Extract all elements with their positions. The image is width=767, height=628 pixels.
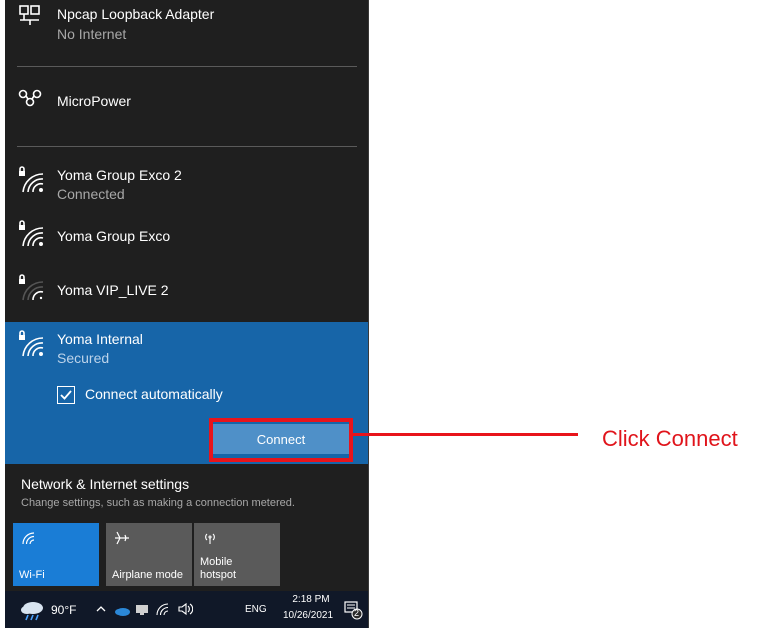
temperature[interactable]: 90°F	[51, 603, 76, 617]
cellular-icon	[17, 88, 47, 116]
language-indicator[interactable]: ENG	[245, 604, 267, 615]
ethernet-icon	[17, 4, 47, 32]
divider	[17, 146, 357, 147]
volume-icon[interactable]	[177, 602, 194, 621]
clock-date[interactable]: 10/26/2021	[278, 610, 338, 621]
onedrive-icon[interactable]	[114, 603, 130, 621]
network-name: MicroPower	[57, 93, 131, 109]
network-flyout: Npcap Loopback Adapter No Internet Micro…	[5, 0, 369, 628]
network-name: Yoma Group Exco 2	[57, 167, 182, 183]
network-name: Yoma Group Exco	[57, 228, 171, 244]
chevron-up-icon[interactable]	[95, 602, 107, 620]
checkmark-icon	[60, 390, 72, 400]
network-status: No Internet	[57, 26, 127, 42]
network-item-yoma-group-exco-2[interactable]: Yoma Group Exco 2 Connected	[5, 160, 368, 206]
callout-text: Click Connect	[602, 426, 738, 451]
tile-label: Mobile hotspot	[200, 556, 237, 581]
wifi-lock-icon	[17, 166, 47, 194]
network-name: Yoma VIP_LIVE 2	[57, 282, 169, 298]
network-item-yoma-vip-live-2[interactable]: Yoma VIP_LIVE 2	[5, 272, 368, 312]
network-item-yoma-group-exco[interactable]: Yoma Group Exco	[5, 218, 368, 258]
notification-count: 2	[354, 608, 360, 618]
tile-label: Wi-Fi	[19, 569, 45, 581]
wifi-icon[interactable]	[155, 602, 169, 621]
network-settings-description: Change settings, such as making a connec…	[21, 497, 295, 509]
connect-automatically-label[interactable]: Connect automatically	[85, 386, 223, 402]
divider	[17, 66, 357, 67]
clock-time[interactable]: 2:18 PM	[286, 594, 336, 605]
weather-icon[interactable]	[19, 599, 45, 626]
wifi-lock-icon	[17, 330, 47, 358]
network-item-micropower[interactable]: MicroPower	[5, 82, 368, 122]
mobile-hotspot-tile[interactable]: Mobile hotspot	[194, 523, 280, 586]
display-icon[interactable]	[135, 603, 149, 621]
tile-label: Airplane mode	[112, 569, 183, 581]
network-status: Secured	[57, 350, 110, 366]
network-name: Yoma Internal	[57, 331, 143, 347]
airplane-icon	[114, 531, 130, 550]
airplane-mode-tile[interactable]: Airplane mode	[106, 523, 192, 586]
network-settings-link[interactable]: Network & Internet settings	[21, 476, 189, 492]
callout-line	[353, 433, 578, 436]
network-name: Npcap Loopback Adapter	[57, 6, 215, 22]
connect-automatically-checkbox[interactable]	[57, 386, 75, 404]
wifi-lock-weak-icon	[17, 274, 47, 302]
wifi-lock-icon	[17, 220, 47, 248]
wifi-tile[interactable]: Wi-Fi	[13, 523, 99, 586]
taskbar: 90°F ENG 2:18 PM 10/26/2021 2	[5, 591, 368, 628]
wifi-icon	[21, 531, 35, 550]
highlight-box	[209, 418, 353, 462]
network-status: Connected	[57, 186, 125, 202]
notification-icon[interactable]: 2	[343, 600, 363, 625]
network-item-npcap[interactable]: Npcap Loopback Adapter No Internet	[5, 0, 368, 52]
hotspot-icon	[202, 531, 218, 550]
